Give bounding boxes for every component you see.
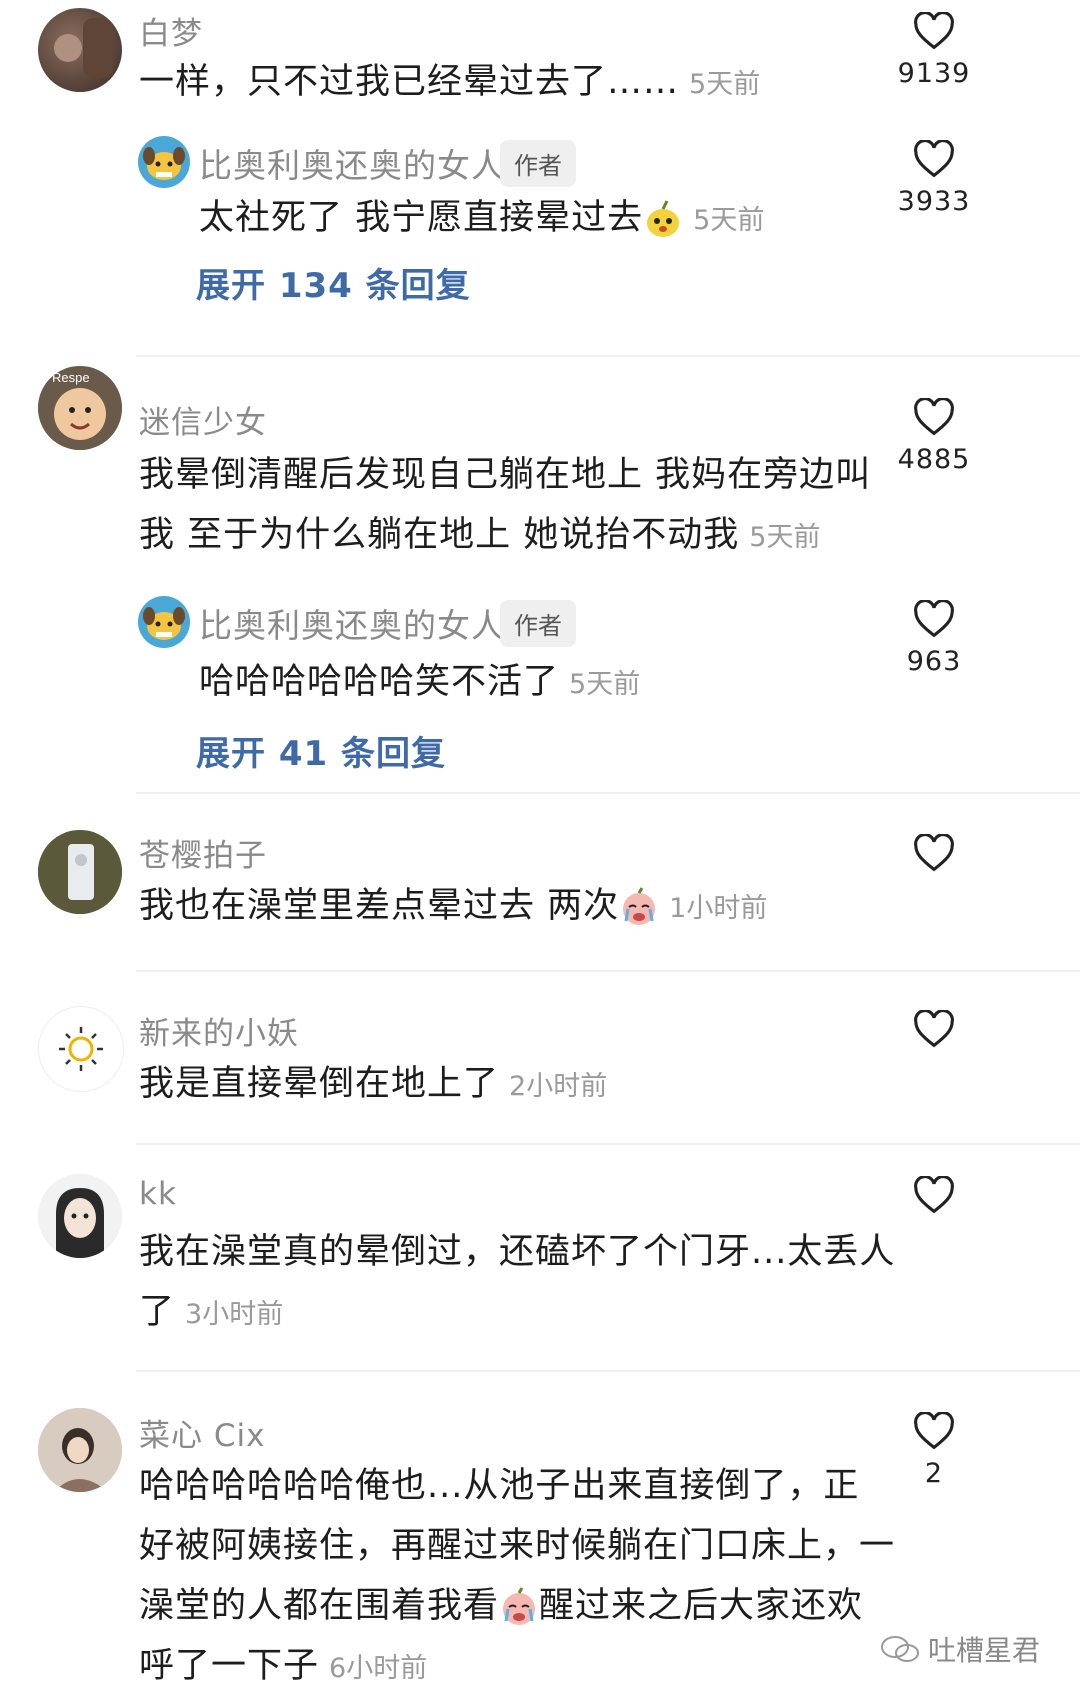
- like-count: 9139: [897, 58, 971, 89]
- avatar-photo: Respe: [38, 366, 122, 450]
- comment-author-name[interactable]: 苍樱拍子: [139, 830, 267, 875]
- comment-time: 2小时前: [509, 1071, 608, 1102]
- comment-time: 1小时前: [669, 893, 768, 924]
- heart-outline-icon: [914, 140, 954, 178]
- comment-text: 太社死了 我宁愿直接晕过去 5天前: [199, 198, 765, 238]
- like-count: 4885: [897, 444, 971, 475]
- comment-text: 哈哈哈哈哈哈俺也...从池子出来直接倒了，正 好被阿姨接住，再醒过来时候躺在门口…: [139, 1466, 896, 1686]
- comment-time: 5天前: [569, 669, 641, 700]
- sun-avatar-icon: [59, 1027, 103, 1071]
- avatar[interactable]: [38, 1174, 122, 1258]
- comment-author-name[interactable]: 白梦: [139, 8, 203, 53]
- comment-time: 6小时前: [329, 1653, 428, 1684]
- pear-face-emoji-icon: [647, 200, 680, 237]
- avatar[interactable]: [38, 830, 122, 914]
- expand-replies-link[interactable]: 展开 134 条回复: [196, 258, 471, 307]
- svg-text:Respe: Respe: [52, 370, 90, 385]
- like-count: 2: [924, 1458, 944, 1489]
- crying-face-emoji-icon: [623, 887, 656, 925]
- divider: [136, 355, 1080, 357]
- heart-outline-icon: [914, 1010, 954, 1048]
- comment-text: 我晕倒清醒后发现自己躺在地上 我妈在旁边叫 我 至于为什么躺在地上 她说抬不动我…: [139, 455, 872, 555]
- comment-author-name[interactable]: 比奥利奥还奥的女人: [199, 139, 505, 187]
- like-button[interactable]: 963: [884, 600, 984, 677]
- heart-outline-icon: [914, 1412, 954, 1450]
- comment-author-name[interactable]: 迷信少女: [139, 397, 267, 442]
- comment-text: 我在澡堂真的晕倒过，还磕坏了个门牙...太丢人 了 3小时前: [139, 1232, 896, 1332]
- yellow-dog-avatar-icon: [143, 607, 185, 640]
- like-button[interactable]: [884, 1010, 984, 1048]
- comment-text: 我也在澡堂里差点晕过去 两次 1小时前: [139, 886, 768, 926]
- avatar-photo: [38, 1174, 122, 1258]
- avatar[interactable]: [38, 8, 122, 92]
- comment-time: 5天前: [689, 69, 761, 100]
- like-count: 963: [906, 646, 962, 677]
- heart-outline-icon: [914, 398, 954, 436]
- like-button[interactable]: 3933: [884, 140, 984, 217]
- divider: [136, 1143, 1080, 1145]
- watermark: 吐槽星君: [880, 1629, 1040, 1669]
- comment-time: 5天前: [693, 205, 765, 236]
- like-button[interactable]: [884, 834, 984, 872]
- heart-outline-icon: [914, 12, 954, 50]
- comment-text: 我是直接晕倒在地上了 2小时前: [139, 1064, 608, 1104]
- author-badge: 作者: [500, 140, 576, 187]
- avatar-photo: [38, 1408, 122, 1492]
- comment-text: 哈哈哈哈哈哈笑不活了 5天前: [199, 662, 641, 702]
- comment-author-name[interactable]: kk: [139, 1176, 177, 1212]
- author-badge: 作者: [500, 600, 576, 647]
- heart-outline-icon: [914, 600, 954, 638]
- comment-time: 5天前: [749, 522, 821, 553]
- comment-time: 3小时前: [185, 1299, 284, 1330]
- like-button[interactable]: 4885: [884, 398, 984, 475]
- divider: [136, 970, 1080, 972]
- author-avatar[interactable]: [138, 136, 190, 188]
- divider: [136, 792, 1080, 794]
- heart-outline-icon: [914, 1176, 954, 1214]
- avatar[interactable]: [38, 1006, 124, 1092]
- comment-text: 一样，只不过我已经晕过去了…… 5天前: [139, 62, 761, 102]
- avatar[interactable]: [38, 1408, 122, 1492]
- avatar-photo: [54, 18, 113, 78]
- divider: [136, 1370, 1080, 1372]
- expand-replies-link[interactable]: 展开 41 条回复: [196, 726, 446, 775]
- wechat-icon: [880, 1636, 919, 1662]
- like-button[interactable]: 9139: [884, 12, 984, 89]
- like-count: 3933: [897, 186, 971, 217]
- like-button[interactable]: 2: [884, 1412, 984, 1489]
- crying-face-emoji-icon: [503, 1587, 536, 1625]
- heart-outline-icon: [914, 834, 954, 872]
- comment-author-name[interactable]: 菜心 Cix: [139, 1410, 265, 1455]
- comment-author-name[interactable]: 新来的小妖: [139, 1008, 299, 1053]
- comment-author-name[interactable]: 比奥利奥还奥的女人: [199, 599, 505, 647]
- like-button[interactable]: [884, 1176, 984, 1214]
- author-avatar[interactable]: [138, 596, 190, 648]
- avatar-photo: [38, 830, 122, 914]
- avatar[interactable]: Respe: [38, 366, 122, 450]
- yellow-dog-avatar-icon: [143, 147, 185, 180]
